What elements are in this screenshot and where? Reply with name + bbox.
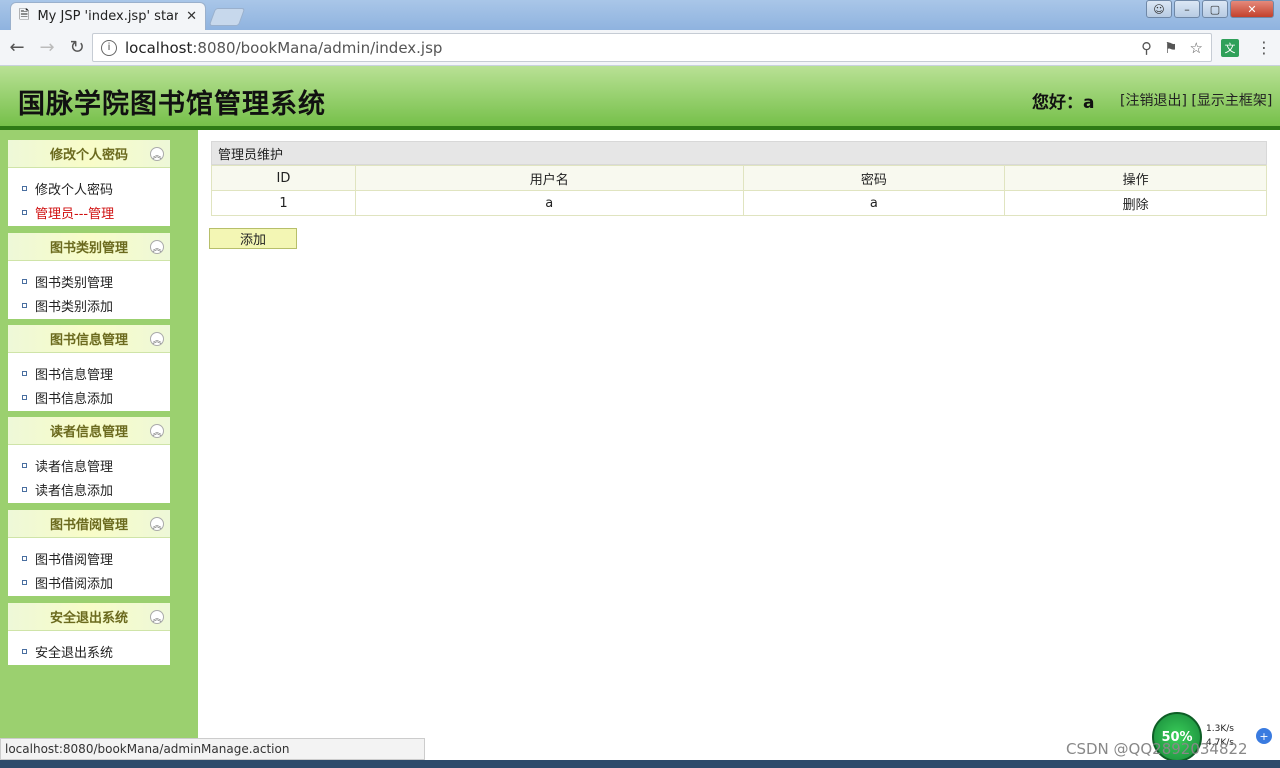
translate-extension-icon[interactable]: 文 — [1221, 39, 1239, 57]
bullet-icon — [22, 648, 27, 654]
column-header-id: ID — [211, 165, 356, 191]
url-text[interactable]: localhost:8080/bookMana/admin/index.jsp — [125, 39, 442, 57]
sidebar-item-borrow-add[interactable]: 图书借阅添加 — [22, 570, 170, 594]
panel-title: 图书类别管理 — [49, 241, 128, 256]
panel-title: 图书借阅管理 — [49, 518, 128, 533]
add-admin-button[interactable]: 添加 — [209, 228, 297, 249]
admin-table: ID 用户名 密码 操作 1 a a 删除 — [211, 165, 1267, 216]
collapse-icon[interactable]: ︽ — [150, 517, 164, 531]
cell-id: 1 — [211, 190, 356, 216]
table-row: 1 a a 删除 — [211, 190, 1267, 216]
column-header-username: 用户名 — [354, 165, 744, 191]
panel-title: 安全退出系统 — [49, 611, 128, 626]
bullet-icon — [22, 394, 27, 400]
address-bar[interactable]: i localhost:8080/bookMana/admin/index.js… — [92, 33, 1212, 62]
collapse-icon[interactable]: ︽ — [150, 240, 164, 254]
main-content: 管理员维护 ID 用户名 密码 操作 1 a a 删除 添加 — [198, 130, 1280, 738]
window-titlebar: 🗎 My JSP 'index.jsp' starti ✕ ☺ – ▢ ✕ — [0, 0, 1280, 30]
close-window-button[interactable]: ✕ — [1230, 0, 1274, 18]
panel-header[interactable]: 图书借阅管理 ︽ — [8, 510, 170, 538]
sidebar-panel-borrow: 图书借阅管理 ︽ 图书借阅管理 图书借阅添加 — [8, 510, 170, 596]
upload-speed: 1.3K/s — [1206, 724, 1234, 734]
bullet-icon — [22, 555, 27, 561]
delete-link[interactable]: 删除 — [1004, 190, 1267, 216]
user-icon[interactable]: ☺ — [1146, 0, 1172, 18]
app-header: 国脉学院图书馆管理系统 您好：a [注销退出] [显示主框架] — [0, 66, 1280, 130]
tab-close-icon[interactable]: ✕ — [186, 9, 197, 24]
sidebar-item-book-manage[interactable]: 图书信息管理 — [22, 361, 170, 385]
collapse-icon[interactable]: ︽ — [150, 147, 164, 161]
tab-title: My JSP 'index.jsp' starti — [37, 9, 179, 24]
collapse-icon[interactable]: ︽ — [150, 610, 164, 624]
panel-header[interactable]: 修改个人密码 ︽ — [8, 140, 170, 168]
show-main-frame-link[interactable]: [显示主框架] — [1191, 93, 1272, 109]
logout-link[interactable]: [注销退出] — [1120, 93, 1187, 109]
app-title: 国脉学院图书馆管理系统 — [18, 89, 326, 120]
page-icon: 🗎 — [19, 7, 30, 23]
table-header-row: ID 用户名 密码 操作 — [211, 165, 1267, 191]
maximize-button[interactable]: ▢ — [1202, 0, 1228, 18]
sidebar-panel-book-category: 图书类别管理 ︽ 图书类别管理 图书类别添加 — [8, 233, 170, 319]
collapse-icon[interactable]: ︽ — [150, 332, 164, 346]
plus-icon[interactable]: + — [1256, 728, 1272, 744]
panel-title: 图书信息管理 — [49, 333, 128, 348]
panel-title: 读者信息管理 — [49, 425, 128, 440]
bullet-icon — [22, 209, 27, 215]
sidebar-panel-book-info: 图书信息管理 ︽ 图书信息管理 图书信息添加 — [8, 325, 170, 411]
table-caption: 管理员维护 — [211, 141, 1267, 165]
minimize-button[interactable]: – — [1174, 0, 1200, 18]
zoom-icon[interactable]: ⚲ — [1141, 39, 1152, 57]
back-icon[interactable]: ← — [4, 37, 30, 58]
bullet-icon — [22, 185, 27, 191]
bullet-icon — [22, 370, 27, 376]
bullet-icon — [22, 486, 27, 492]
sidebar-item-admin-manage[interactable]: 管理员---管理 — [22, 200, 170, 224]
bullet-icon — [22, 462, 27, 468]
column-header-action: 操作 — [1004, 165, 1267, 191]
forward-icon[interactable]: → — [34, 37, 60, 58]
sidebar-panel-password: 修改个人密码 ︽ 修改个人密码 管理员---管理 — [8, 140, 170, 226]
column-header-password: 密码 — [742, 165, 1006, 191]
sidebar-panel-reader-info: 读者信息管理 ︽ 读者信息管理 读者信息添加 — [8, 417, 170, 503]
browser-menu-icon[interactable]: ⋮ — [1256, 38, 1272, 57]
cell-password: a — [742, 190, 1006, 216]
panel-header[interactable]: 读者信息管理 ︽ — [8, 417, 170, 445]
bullet-icon — [22, 579, 27, 585]
pin-icon[interactable]: ⚑ — [1164, 39, 1177, 57]
bullet-icon — [22, 278, 27, 284]
browser-tab[interactable]: 🗎 My JSP 'index.jsp' starti ✕ — [10, 2, 206, 30]
status-bar-url: localhost:8080/bookMana/adminManage.acti… — [0, 738, 425, 760]
sidebar-item-book-add[interactable]: 图书信息添加 — [22, 385, 170, 409]
user-greeting: 您好：a — [1032, 93, 1095, 113]
sidebar-item-safe-exit[interactable]: 安全退出系统 — [22, 639, 170, 663]
panel-header[interactable]: 安全退出系统 ︽ — [8, 603, 170, 631]
info-icon[interactable]: i — [101, 39, 117, 56]
browser-toolbar: ← → ↻ i localhost:8080/bookMana/admin/in… — [0, 30, 1280, 66]
sidebar-item-reader-manage[interactable]: 读者信息管理 — [22, 453, 170, 477]
bookmark-star-icon[interactable]: ☆ — [1190, 39, 1203, 57]
new-tab-button[interactable] — [208, 8, 246, 26]
reload-icon[interactable]: ↻ — [64, 37, 90, 58]
taskbar — [0, 760, 1280, 768]
sidebar-item-change-password[interactable]: 修改个人密码 — [22, 176, 170, 200]
collapse-icon[interactable]: ︽ — [150, 424, 164, 438]
bullet-icon — [22, 302, 27, 308]
sidebar-item-reader-add[interactable]: 读者信息添加 — [22, 477, 170, 501]
panel-header[interactable]: 图书信息管理 ︽ — [8, 325, 170, 353]
sidebar-item-category-add[interactable]: 图书类别添加 — [22, 293, 170, 317]
sidebar: 修改个人密码 ︽ 修改个人密码 管理员---管理 图书类别管理 ︽ 图书类别管理… — [0, 130, 198, 738]
sidebar-panel-exit: 安全退出系统 ︽ 安全退出系统 — [8, 603, 170, 665]
watermark: CSDN @QQ2892034822 — [1066, 740, 1248, 758]
sidebar-item-category-manage[interactable]: 图书类别管理 — [22, 269, 170, 293]
cell-username: a — [354, 190, 744, 216]
panel-title: 修改个人密码 — [49, 148, 128, 163]
sidebar-item-borrow-manage[interactable]: 图书借阅管理 — [22, 546, 170, 570]
panel-header[interactable]: 图书类别管理 ︽ — [8, 233, 170, 261]
